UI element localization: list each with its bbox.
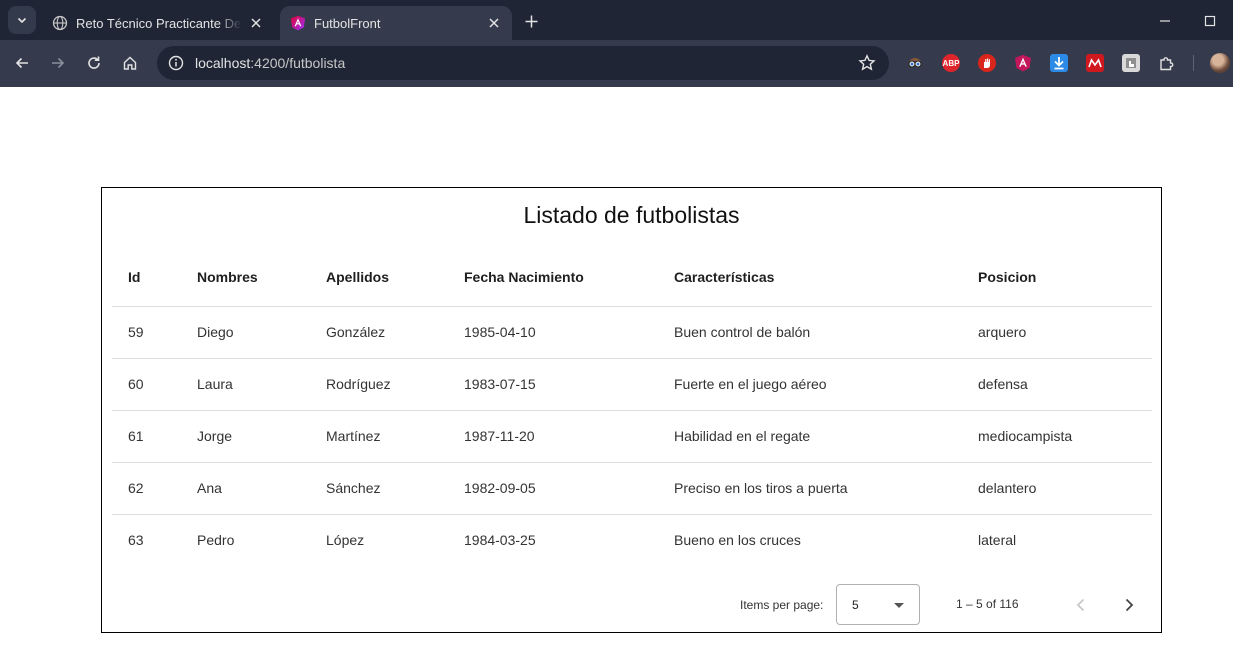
minimize-icon — [1160, 20, 1170, 22]
cell-nombres: Pedro — [197, 532, 235, 549]
address-bar[interactable]: localhost:4200/futbolista — [157, 46, 889, 80]
tab-title: FutbolFront — [314, 15, 381, 31]
table-row: 63 Pedro López 1984-03-25 Bueno en los c… — [112, 514, 1152, 566]
column-header-posicion: Posicion — [978, 249, 1152, 307]
cell-id: 60 — [112, 358, 197, 411]
browser-toolbar: localhost:4200/futbolista ABP — [0, 40, 1233, 87]
cell-apellidos: Rodríguez — [326, 358, 464, 411]
cell-posicion: mediocampista — [978, 410, 1152, 463]
tab-reto-tecnico[interactable]: Reto Técnico Practicante Desarrollador — [42, 6, 274, 40]
table-row: 61 Jorge Martínez 1987-11-20 Habilidad e… — [112, 410, 1152, 463]
cell-fecha-nacimiento: 1982-09-05 — [464, 462, 674, 515]
cell-caracteristicas: Fuerte en el juego aéreo — [674, 358, 978, 411]
table-header-row: Id Nombres Apellidos Fecha Nacimiento Ca… — [112, 249, 1152, 307]
forward-button[interactable] — [44, 49, 72, 77]
table-row: 59 Diego González 1985-04-10 Buen contro… — [112, 306, 1152, 359]
url-path: :4200/futbolista — [250, 55, 346, 71]
download-arrow-icon[interactable] — [1050, 54, 1068, 72]
cell-nombres: Laura — [197, 358, 326, 411]
cell-caracteristicas: Bueno en los cruces — [674, 532, 801, 549]
cell-id: 63 — [128, 532, 144, 549]
chevron-down-icon — [17, 17, 27, 24]
previous-page-button[interactable] — [1066, 590, 1096, 620]
url-host: localhost — [195, 55, 251, 71]
dropdown-arrow-icon — [894, 603, 904, 608]
tab-title: Reto Técnico Practicante Desarrollador — [76, 15, 242, 31]
column-header-apellidos: Apellidos — [326, 249, 464, 307]
items-per-page-label: Items per page: — [740, 598, 824, 612]
cell-id: 59 — [112, 306, 197, 359]
futbolistas-card: Listado de futbolistas Id Nombres Apelli… — [101, 187, 1162, 633]
adblock-plus-icon[interactable]: ABP — [942, 54, 960, 72]
items-per-page-value: 5 — [852, 598, 859, 612]
mendeley-icon[interactable] — [1086, 54, 1104, 72]
cell-posicion: arquero — [978, 306, 1152, 359]
home-button[interactable] — [116, 49, 144, 77]
home-icon — [123, 56, 137, 70]
column-header-caracteristicas: Características — [674, 249, 978, 307]
reload-button[interactable] — [80, 49, 108, 77]
cell-fecha-nacimiento: 1985-04-10 — [464, 306, 674, 359]
next-page-button[interactable] — [1114, 590, 1144, 620]
cell-id: 62 — [112, 462, 197, 515]
column-header-fecha-nacimiento: Fecha Nacimiento — [464, 249, 674, 307]
minimize-button[interactable] — [1152, 8, 1178, 34]
cell-apellidos: González — [326, 306, 464, 359]
maximize-button[interactable] — [1197, 8, 1223, 34]
table-row: 60 Laura Rodríguez 1983-07-15 Fuerte en … — [112, 358, 1152, 411]
stop-hand-icon[interactable] — [978, 54, 996, 72]
futbolistas-table: Id Nombres Apellidos Fecha Nacimiento Ca… — [112, 249, 1152, 566]
puzzle-extensions-icon[interactable] — [1158, 54, 1176, 72]
maximize-icon — [1204, 15, 1216, 27]
column-header-id: Id — [112, 249, 197, 307]
chevron-left-icon — [1076, 598, 1085, 612]
arrow-right-icon — [52, 57, 65, 69]
new-tab-button[interactable] — [518, 8, 544, 34]
cell-caracteristicas: Habilidad en el regate — [674, 410, 978, 463]
cell-fecha-nacimiento: 1987-11-20 — [464, 410, 674, 463]
plus-icon — [525, 15, 537, 27]
column-header-nombres: Nombres — [197, 249, 326, 307]
profile-avatar[interactable] — [1210, 53, 1230, 73]
arrow-left-icon — [15, 57, 28, 69]
close-icon[interactable] — [248, 15, 264, 31]
page-title: Listado de futbolistas — [523, 202, 740, 228]
table-row: 62 Ana Sánchez 1982-09-05 Preciso en los… — [112, 462, 1152, 515]
cell-posicion: defensa — [978, 358, 1152, 411]
cell-posicion: delantero — [978, 462, 1152, 515]
tab-futbolfront[interactable]: FutbolFront — [280, 6, 512, 40]
adblock-label: ABP — [942, 58, 960, 68]
paginator: Items per page: 5 1 – 5 of 116 — [102, 584, 1161, 626]
touch-extension-icon[interactable] — [1122, 54, 1140, 72]
cell-id: 61 — [112, 410, 197, 463]
cell-nombres: Jorge — [197, 410, 326, 463]
cell-caracteristicas: Preciso en los tiros a puerta — [674, 462, 978, 515]
back-button[interactable] — [8, 49, 36, 77]
spy-glasses-icon[interactable] — [906, 54, 924, 72]
bookmark-star-icon[interactable] — [855, 51, 879, 75]
cell-fecha-nacimiento: 1983-07-15 — [464, 358, 674, 411]
browser-tab-bar: Reto Técnico Practicante Desarrollador F… — [0, 0, 1233, 40]
page-range-label: 1 – 5 of 116 — [956, 597, 1019, 611]
items-per-page-select[interactable]: 5 — [836, 584, 920, 625]
angular-icon — [291, 15, 305, 31]
toolbar-divider — [1193, 55, 1194, 71]
cell-nombres: Diego — [197, 306, 326, 359]
globe-icon — [52, 15, 68, 31]
cell-fecha-nacimiento: 1984-03-25 — [464, 532, 536, 549]
chevron-right-icon — [1125, 598, 1134, 612]
url-text: localhost:4200/futbolista — [195, 55, 855, 71]
cell-caracteristicas: Buen control de balón — [674, 306, 978, 359]
cell-apellidos: López — [326, 532, 365, 549]
cell-posicion: lateral — [978, 532, 1017, 549]
angular-devtools-icon[interactable] — [1014, 54, 1032, 72]
tab-search-button[interactable] — [8, 6, 36, 34]
cell-apellidos: Sánchez — [326, 462, 464, 515]
site-info-icon[interactable] — [167, 54, 185, 72]
reload-icon — [88, 56, 100, 69]
cell-apellidos: Martínez — [326, 410, 464, 463]
cell-nombres: Ana — [197, 462, 326, 515]
close-icon[interactable] — [486, 15, 502, 31]
